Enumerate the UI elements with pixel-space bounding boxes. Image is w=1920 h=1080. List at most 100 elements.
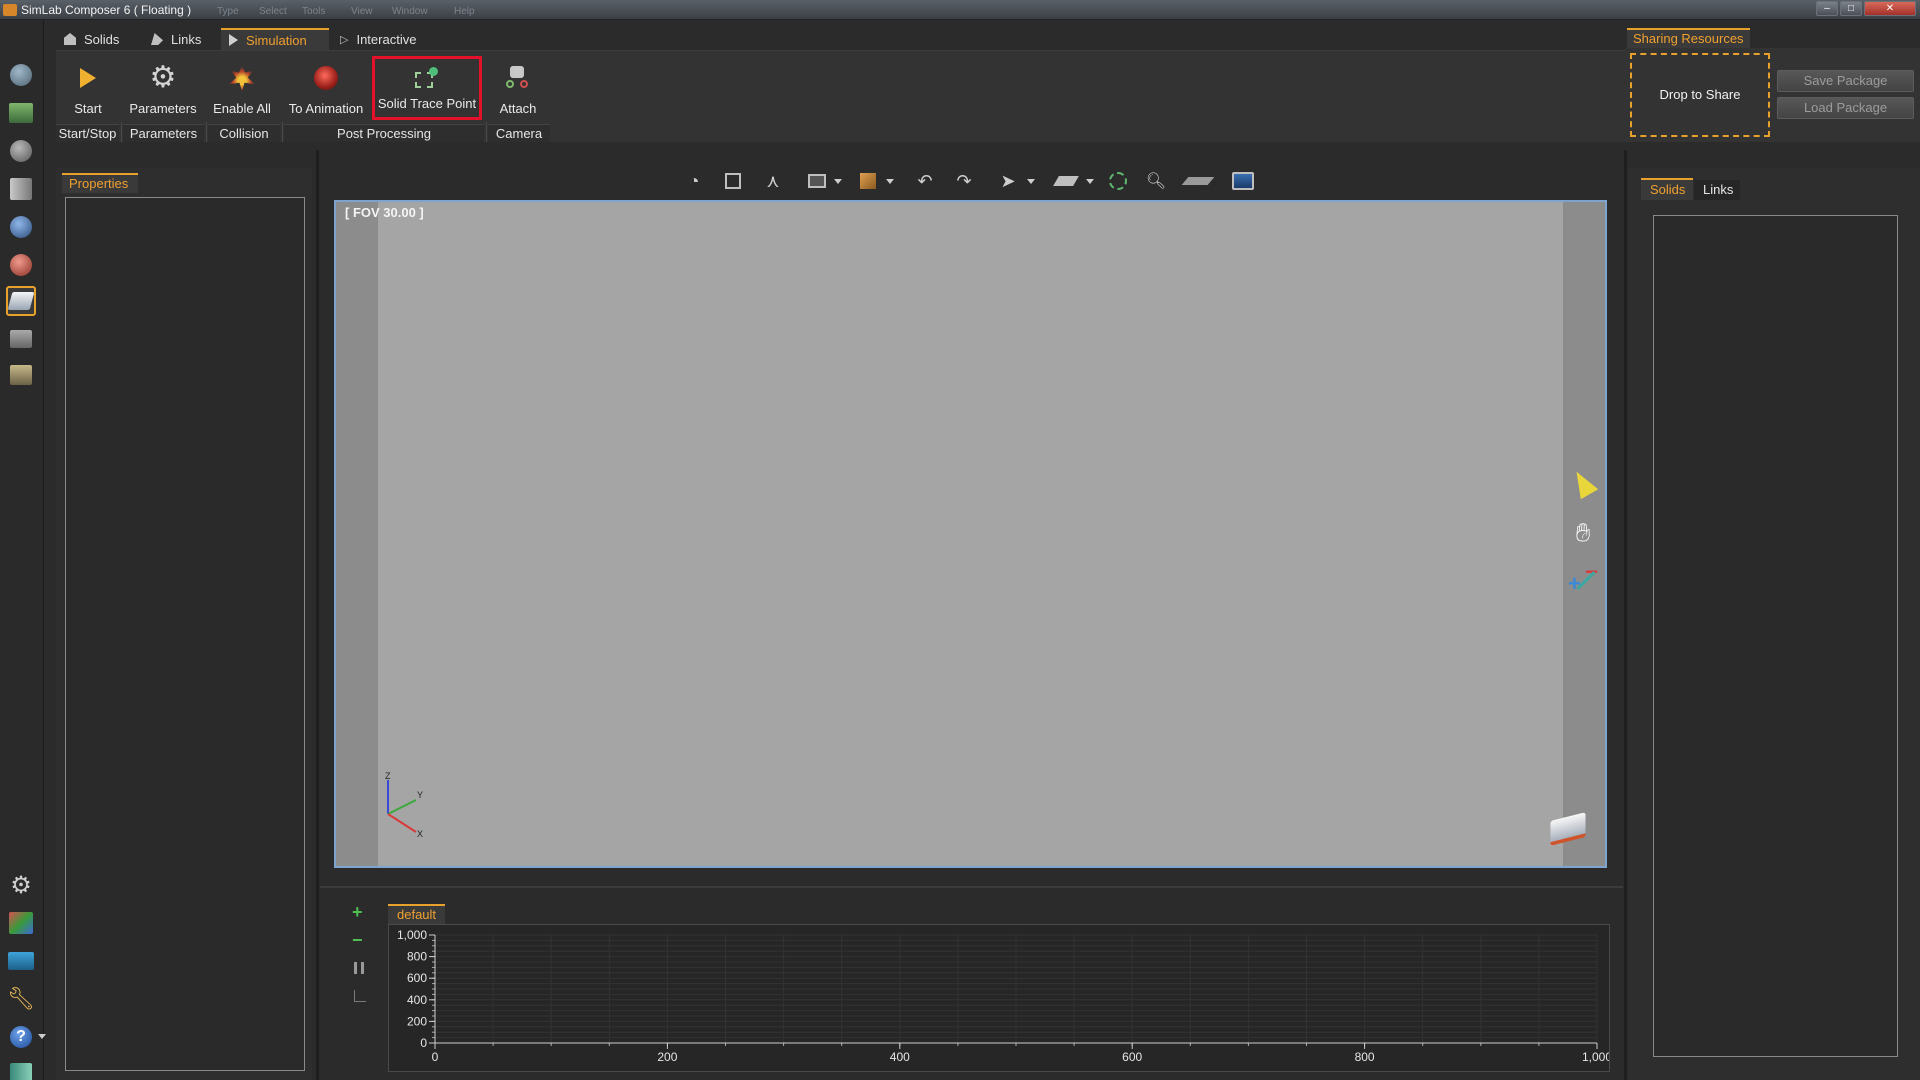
measure-icon[interactable]: ⋏ — [762, 170, 784, 192]
close-button[interactable]: ✕ — [1864, 1, 1916, 16]
collision-icon — [228, 64, 256, 92]
settings-gear-icon[interactable]: ⚙ — [6, 870, 36, 900]
remove-graph-button[interactable]: − — [352, 930, 363, 951]
links-icon — [151, 33, 163, 45]
pan-hand-icon[interactable]: ✋︎ — [1566, 516, 1600, 550]
load-package-button[interactable]: Load Package — [1777, 97, 1914, 119]
tab-right-solids[interactable]: Solids — [1641, 178, 1693, 200]
camera-icon[interactable] — [6, 136, 36, 166]
materials-icon[interactable] — [6, 250, 36, 280]
y-tick-label: 200 — [407, 1014, 427, 1028]
transform-dropdown-icon[interactable] — [1084, 170, 1096, 192]
ghost-menu-view: View — [351, 6, 373, 17]
group-post-processing: Post Processing — [284, 124, 484, 142]
to-animation-button[interactable]: To Animation — [284, 62, 368, 118]
library-icon[interactable] — [6, 174, 36, 204]
select-cursor-icon[interactable] — [1566, 466, 1600, 500]
to-animation-button-label: To Animation — [288, 101, 364, 116]
display-mode-dropdown-icon[interactable] — [832, 170, 844, 192]
parameters-button[interactable]: ⚙ Parameters — [124, 62, 202, 118]
start-button[interactable]: Start — [58, 62, 118, 118]
environment-icon[interactable] — [6, 212, 36, 242]
tab-interactive-label: Interactive — [356, 31, 417, 47]
x-tick-label: 800 — [1355, 1050, 1375, 1064]
save-package-button[interactable]: Save Package — [1777, 70, 1914, 92]
group-camera: Camera — [488, 124, 550, 142]
viewport-left-margin — [336, 202, 378, 866]
graph-chart: 0 200 400 600 800 1,000 0 200 400 600 800 1,000 — [397, 928, 1612, 1064]
solid-trace-point-button-label: Solid Trace Point — [377, 96, 477, 111]
parameters-button-label: Parameters — [129, 101, 197, 116]
3d-viewport[interactable] — [334, 200, 1607, 868]
box-shading-icon[interactable] — [857, 170, 879, 192]
undo-icon[interactable]: ↶ — [914, 170, 936, 192]
y-tick-label: 600 — [407, 971, 427, 985]
enable-all-button-label: Enable All — [213, 101, 271, 116]
tab-simulation[interactable]: Simulation — [221, 28, 329, 50]
group-separator — [486, 122, 487, 142]
left-splitter[interactable] — [316, 150, 319, 1080]
shading-dropdown-icon[interactable] — [884, 170, 896, 192]
axes-icon[interactable] — [354, 990, 366, 1002]
zoom-window-icon[interactable] — [722, 170, 744, 192]
play-outline-icon: ▷ — [340, 33, 349, 46]
tab-right-links[interactable]: Links — [1694, 180, 1740, 200]
render-icon[interactable] — [6, 360, 36, 390]
tab-links[interactable]: Links — [143, 28, 219, 50]
enable-all-button[interactable]: Enable All — [206, 62, 278, 118]
minimize-button[interactable]: – — [1816, 1, 1838, 16]
tools-panel-icon[interactable] — [6, 946, 36, 976]
right-splitter[interactable] — [1624, 150, 1627, 1080]
y-tick-label: 400 — [407, 993, 427, 1007]
tab-sharing-resources[interactable]: Sharing Resources — [1627, 28, 1750, 48]
window-title: SimLab Composer 6 ( Floating ) — [21, 3, 192, 17]
x-tick-label: 600 — [1122, 1050, 1142, 1064]
solid-trace-point-button[interactable]: Solid Trace Point — [372, 56, 482, 120]
fov-indicator: [ FOV 30.00 ] — [345, 205, 424, 220]
graph-plot-area: 0 200 400 600 800 1,000 0 200 400 600 800 1,000 — [388, 924, 1612, 1072]
add-graph-button[interactable]: + — [352, 902, 363, 923]
help-dropdown-icon[interactable] — [38, 1034, 46, 1039]
x-tick-label: 200 — [657, 1050, 677, 1064]
transform-icon[interactable] — [1053, 170, 1079, 192]
orbit-icon[interactable]: ◔ — [683, 170, 705, 192]
tab-properties[interactable]: Properties — [62, 173, 138, 193]
ground-plane-icon[interactable] — [1181, 170, 1215, 192]
tab-interactive[interactable]: ▷ Interactive — [332, 28, 442, 50]
trace-point-icon — [413, 64, 441, 92]
select-arrow-icon[interactable]: ➤ — [997, 170, 1019, 192]
y-tick-label: 1,000 — [397, 928, 427, 942]
attach-button[interactable]: Attach — [490, 62, 546, 118]
scene-icon[interactable] — [6, 60, 36, 90]
display-mode-icon[interactable] — [806, 170, 828, 192]
simulation-icon[interactable] — [6, 286, 36, 316]
group-parameters: Parameters — [123, 124, 204, 142]
tab-solids[interactable]: Solids — [56, 28, 142, 50]
vr-icon[interactable] — [6, 324, 36, 354]
right-panel-content — [1653, 215, 1898, 1057]
group-start-stop: Start/Stop — [56, 124, 119, 142]
axis-triad: Z Y X — [385, 771, 423, 839]
bar-chart-icon[interactable] — [354, 962, 364, 974]
tab-default[interactable]: default — [388, 904, 445, 924]
zoom-icon[interactable]: 🔍︎ — [1145, 170, 1167, 192]
drop-to-share-zone[interactable]: Drop to Share — [1630, 53, 1770, 137]
wrench-icon[interactable]: 🔧︎ — [6, 984, 36, 1014]
redo-icon[interactable]: ↷ — [953, 170, 975, 192]
help-icon[interactable]: ? — [6, 1022, 36, 1052]
group-separator — [206, 122, 207, 142]
record-animation-icon — [312, 64, 340, 92]
x-tick-label: 1,000 — [1582, 1050, 1609, 1064]
add-remove-point-icon[interactable]: + − — [1566, 559, 1600, 596]
gallery-icon[interactable] — [6, 908, 36, 938]
gear-icon: ⚙ — [149, 61, 177, 94]
import-icon[interactable] — [6, 98, 36, 128]
fit-all-icon[interactable] — [1107, 170, 1129, 192]
x-axis-label: X — [417, 829, 423, 839]
package-icon[interactable] — [6, 1060, 36, 1080]
screenshot-icon[interactable] — [1230, 170, 1256, 192]
maximize-button[interactable]: □ — [1840, 1, 1862, 16]
attach-camera-icon — [504, 64, 532, 92]
select-dropdown-icon[interactable] — [1025, 170, 1037, 192]
tab-links-label: Links — [171, 31, 202, 47]
